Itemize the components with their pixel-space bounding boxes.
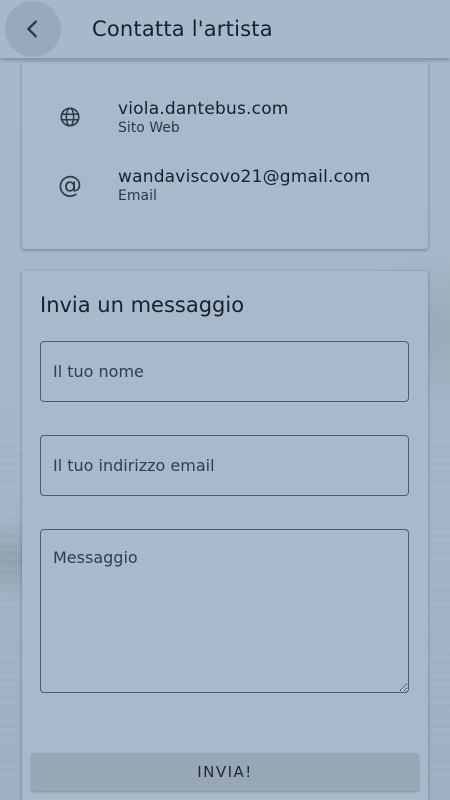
send-button[interactable]: INVIA! (31, 753, 419, 791)
contact-info-card: viola.dantebus.com Sito Web @ wandavisco… (22, 62, 428, 249)
chevron-left-icon (27, 20, 37, 38)
globe-icon (58, 105, 82, 129)
email-label: Email (118, 188, 157, 204)
email-field[interactable] (40, 435, 409, 496)
website-value: viola.dantebus.com (118, 99, 289, 119)
page-title: Contatta l'artista (92, 17, 273, 41)
name-field[interactable] (40, 341, 409, 402)
message-field[interactable] (40, 529, 409, 693)
message-form-card: Invia un messaggio INVIA! (22, 271, 428, 800)
email-value: wandaviscovo21@gmail.com (118, 167, 371, 187)
website-label: Sito Web (118, 120, 180, 136)
back-button[interactable] (5, 1, 61, 57)
at-icon: @ (58, 171, 82, 199)
app-bar: Contatta l'artista (0, 0, 450, 58)
form-title: Invia un messaggio (40, 293, 245, 317)
